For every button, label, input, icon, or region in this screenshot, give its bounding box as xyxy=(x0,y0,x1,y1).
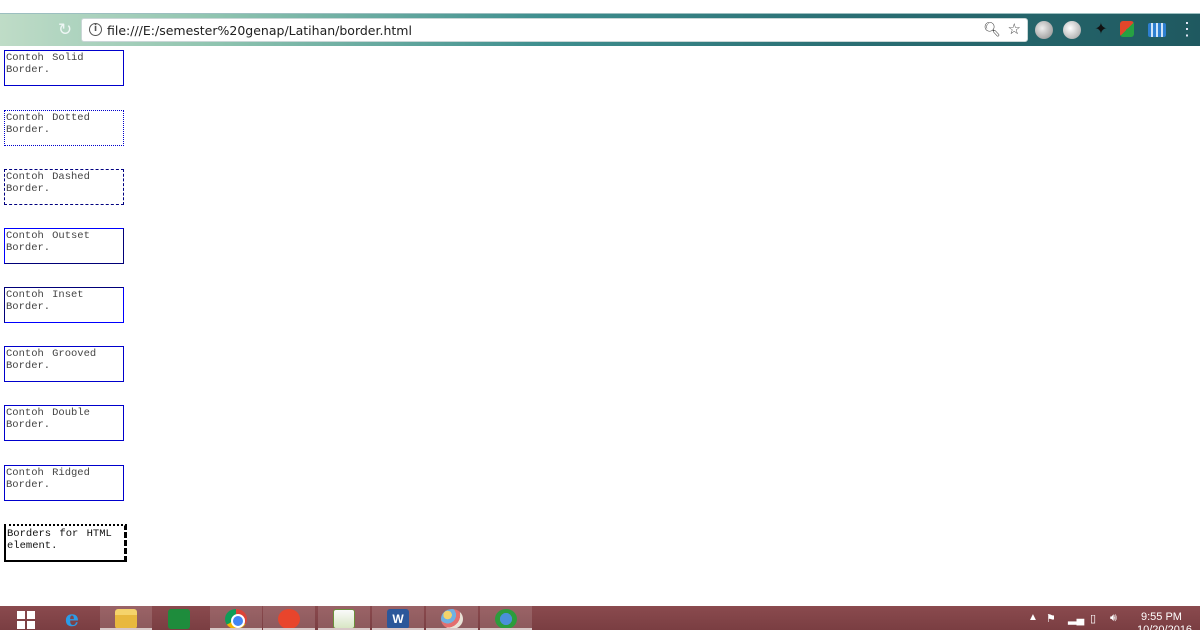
taskbar-app-store[interactable] xyxy=(153,606,205,630)
flag-icon[interactable]: ⚑ xyxy=(1046,612,1056,625)
start-button[interactable] xyxy=(0,606,52,630)
taskbar-app-paint[interactable] xyxy=(426,606,478,630)
chrome-icon xyxy=(225,609,247,629)
extension-icon[interactable] xyxy=(1035,21,1053,39)
word-icon: W xyxy=(387,609,409,629)
grooved-border-box: Contoh Grooved Border. xyxy=(4,346,124,382)
ridged-border-box: Contoh Ridged Border. xyxy=(4,465,124,501)
battery-icon[interactable]: ▯ xyxy=(1090,612,1096,625)
dotted-border-box: Contoh Dotted Border. xyxy=(4,110,124,146)
network-icon[interactable]: ▂▄ xyxy=(1068,612,1084,625)
tab-strip xyxy=(0,0,1200,14)
clock-time[interactable]: 9:55 PM xyxy=(1141,611,1182,623)
taskbar-app-notepad[interactable] xyxy=(318,606,370,630)
volume-icon[interactable]: 🔊︎ xyxy=(1110,612,1117,625)
inset-border-box: Contoh Inset Border. xyxy=(4,287,124,323)
taskbar-app-idm[interactable] xyxy=(480,606,532,630)
taskbar-app-chrome[interactable] xyxy=(210,606,262,630)
extension-icon[interactable] xyxy=(1148,23,1166,37)
file-explorer-icon xyxy=(115,609,137,629)
dashed-border-box: Contoh Dashed Border. xyxy=(4,169,124,205)
notepad-icon xyxy=(333,609,355,629)
taskbar: e W xyxy=(0,606,1200,630)
star-icon[interactable]: ☆ xyxy=(1008,20,1021,38)
menu-icon[interactable]: ⋮ xyxy=(1178,19,1196,39)
extension-icon[interactable]: ✦ xyxy=(1092,21,1110,39)
outset-border-box: Contoh Outset Border. xyxy=(4,228,124,264)
internet-explorer-icon: e xyxy=(65,606,79,632)
taskbar-app-word[interactable]: W xyxy=(372,606,424,630)
taskbar-app-ie[interactable]: e xyxy=(46,606,98,630)
url-text[interactable]: file:///E:/semester%20genap/Latihan/bord… xyxy=(107,23,412,38)
clock-date[interactable]: 10/20/2016 xyxy=(1137,624,1192,636)
extension-icon[interactable] xyxy=(1063,21,1081,39)
download-manager-icon xyxy=(495,609,517,629)
start-icon xyxy=(17,611,35,629)
double-border-box: Contoh Double Border. xyxy=(4,405,124,441)
zoom-icon[interactable]: 🔍︎ xyxy=(983,21,1001,38)
mixed-border-box: Borders for HTML element. xyxy=(4,524,127,562)
solid-border-box: Contoh Solid Border. xyxy=(4,50,124,86)
taskbar-app-paw[interactable] xyxy=(263,606,315,630)
browser-toolbar: ↻ i file:///E:/semester%20genap/Latihan/… xyxy=(0,0,1200,46)
info-icon[interactable]: i xyxy=(89,23,102,36)
extension-icon[interactable] xyxy=(1120,21,1134,37)
store-icon xyxy=(168,609,190,629)
paw-app-icon xyxy=(278,609,300,629)
paint-icon xyxy=(441,609,463,629)
reload-icon[interactable]: ↻ xyxy=(55,20,75,40)
address-bar[interactable]: i file:///E:/semester%20genap/Latihan/bo… xyxy=(81,18,1028,42)
taskbar-app-explorer[interactable] xyxy=(100,606,152,630)
chevron-up-icon[interactable]: ▲ xyxy=(1028,612,1038,623)
